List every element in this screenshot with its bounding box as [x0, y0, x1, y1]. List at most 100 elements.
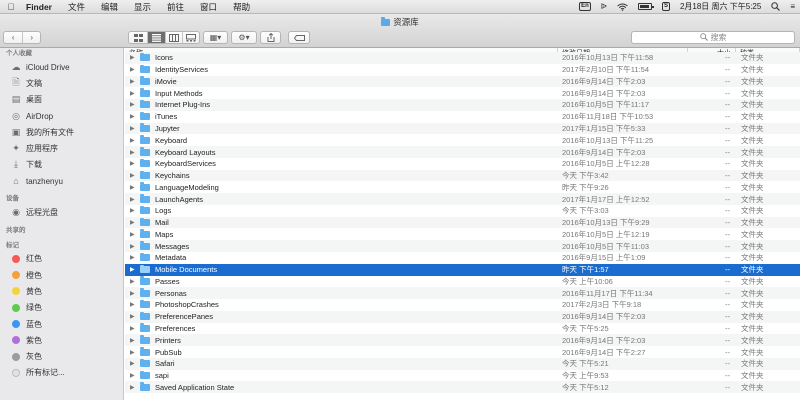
menu-help[interactable]: 帮助 [225, 1, 258, 13]
disclosure-triangle-icon[interactable]: ▶ [130, 384, 140, 391]
menu-view[interactable]: 显示 [126, 1, 159, 13]
table-row[interactable]: ▶ KeyboardServices 2016年10月5日 上午12:28 -- 文件夹 [125, 158, 800, 170]
status-badge[interactable]: S [657, 2, 675, 11]
input-source-icon[interactable]: En [574, 2, 596, 11]
table-row[interactable]: ▶ Keyboard 2016年10月13日 下午11:25 -- 文件夹 [125, 134, 800, 146]
menu-file[interactable]: 文件 [60, 1, 93, 13]
clock[interactable]: 2月18日 周六 下午5:25 [675, 1, 766, 12]
disclosure-triangle-icon[interactable]: ▶ [130, 372, 140, 379]
search-field[interactable]: 搜索 [631, 31, 795, 44]
table-row[interactable]: ▶ Input Methods 2016年9月14日 下午2:03 -- 文件夹 [125, 87, 800, 99]
table-row[interactable]: ▶ Keyboard Layouts 2016年9月14日 下午2:03 -- 文件夹 [125, 146, 800, 158]
list-view-icon[interactable] [147, 32, 165, 43]
arrange-button[interactable]: ▦▾ [203, 31, 228, 44]
sidebar-item-tag[interactable]: 绿色 [0, 300, 123, 316]
disclosure-triangle-icon[interactable]: ▶ [130, 337, 140, 344]
disclosure-triangle-icon[interactable]: ▶ [130, 207, 140, 214]
disclosure-triangle-icon[interactable]: ▶ [130, 219, 140, 226]
menu-app[interactable]: Finder [22, 2, 60, 12]
disclosure-triangle-icon[interactable]: ▶ [130, 349, 140, 356]
forward-button[interactable]: › [22, 32, 40, 43]
disclosure-triangle-icon[interactable]: ▶ [130, 160, 140, 167]
table-row[interactable]: ▶ Jupyter 2017年1月15日 下午5:33 -- 文件夹 [125, 122, 800, 135]
sidebar-item-tag[interactable]: 红色 [0, 251, 123, 267]
table-row[interactable]: ▶ Internet Plug-Ins 2016年10月5日 下午11:17 -- 文件… [125, 99, 800, 111]
disclosure-triangle-icon[interactable]: ▶ [130, 78, 140, 85]
menu-edit[interactable]: 编辑 [93, 1, 126, 13]
sidebar-item-all-files[interactable]: ▣ 我的所有文件 [0, 124, 123, 140]
table-row[interactable]: ▶ Icons 2016年10月13日 下午11:58 -- 文件夹 [125, 52, 800, 64]
sidebar-item-documents[interactable]: 🗎 文稿 [0, 75, 123, 91]
spotlight-search-icon[interactable] [766, 2, 785, 11]
table-row[interactable]: ▶ PubSub 2016年9月14日 下午2:27 -- 文件夹 [125, 346, 800, 358]
action-button[interactable]: ⚙▾ [231, 31, 257, 44]
sidebar-item-applications[interactable]: ✦ 应用程序 [0, 140, 123, 156]
disclosure-triangle-icon[interactable]: ▶ [130, 266, 140, 273]
table-row[interactable]: ▶ iMovie 2016年9月14日 下午2:03 -- 文件夹 [125, 75, 800, 88]
disclosure-triangle-icon[interactable]: ▶ [130, 90, 140, 97]
gallery-view-icon[interactable] [182, 32, 199, 43]
share-button[interactable] [260, 31, 281, 44]
disclosure-triangle-icon[interactable]: ▶ [130, 66, 140, 73]
table-row[interactable]: ▶ LanguageModeling 昨天 下午9:26 -- 文件夹 [125, 181, 800, 193]
disclosure-triangle-icon[interactable]: ▶ [130, 301, 140, 308]
sidebar-item-tag[interactable]: 蓝色 [0, 316, 123, 332]
disclosure-triangle-icon[interactable]: ▶ [130, 196, 140, 203]
table-row[interactable]: ▶ Personas 2016年11月17日 下午11:34 -- 文件夹 [125, 287, 800, 300]
disclosure-triangle-icon[interactable]: ▶ [130, 172, 140, 179]
table-row[interactable]: ▶ Saved Application State 今天 下午5:12 -- 文件夹 [125, 381, 800, 394]
table-row[interactable]: ▶ PreferencePanes 2016年9月14日 下午2:03 -- 文件夹 [125, 310, 800, 323]
tags-button[interactable] [288, 31, 310, 44]
disclosure-triangle-icon[interactable]: ▶ [130, 254, 140, 261]
table-row[interactable]: ▶ Mail 2016年10月13日 下午9:29 -- 文件夹 [125, 216, 800, 229]
table-row[interactable]: ▶ sapi 今天 上午9:53 -- 文件夹 [125, 370, 800, 382]
sidebar-item-desktop[interactable]: ▤ 桌面 [0, 92, 123, 108]
sidebar-item-icloud-drive[interactable]: ☁ iCloud Drive [0, 59, 123, 75]
menu-go[interactable]: 前往 [159, 1, 192, 13]
sidebar-item-tag[interactable]: 所有标记... [0, 365, 123, 381]
sidebar-item-airdrop[interactable]: ◎ AirDrop [0, 108, 123, 124]
table-row[interactable]: ▶ Printers 2016年9月14日 下午2:03 -- 文件夹 [125, 334, 800, 347]
table-row[interactable]: ▶ Safari 今天 下午5:21 -- 文件夹 [125, 357, 800, 370]
table-row[interactable]: ▶ LaunchAgents 2017年1月17日 上午12:52 -- 文件夹 [125, 193, 800, 205]
icon-view-icon[interactable] [129, 32, 147, 43]
disclosure-triangle-icon[interactable]: ▶ [130, 184, 140, 191]
sidebar-item-remote-disc[interactable]: ◉ 远程光盘 [0, 204, 123, 220]
table-row[interactable]: ▶ iTunes 2016年11月18日 下午10:53 -- 文件夹 [125, 111, 800, 123]
table-row[interactable]: ▶ Keychains 今天 下午3:42 -- 文件夹 [125, 169, 800, 182]
notification-center-icon[interactable]: ≡ [785, 2, 800, 11]
sidebar-item-home[interactable]: ⌂ tanzhenyu [0, 173, 123, 189]
sidebar-item-tag[interactable]: 灰色 [0, 348, 123, 364]
disclosure-triangle-icon[interactable]: ▶ [130, 137, 140, 144]
disclosure-triangle-icon[interactable]: ▶ [130, 113, 140, 120]
table-row[interactable]: ▶ Metadata 2016年9月15日 上午1:09 -- 文件夹 [125, 252, 800, 264]
disclosure-triangle-icon[interactable]: ▶ [130, 325, 140, 332]
table-row[interactable]: ▶ Logs 今天 下午3:03 -- 文件夹 [125, 205, 800, 217]
apple-menu-icon[interactable]:  [0, 2, 22, 12]
table-row[interactable]: ▶ PhotoshopCrashes 2017年2月3日 下午9:18 -- 文件夹 [125, 299, 800, 311]
menu-window[interactable]: 窗口 [192, 1, 225, 13]
sidebar-item-downloads[interactable]: ⤓ 下载 [0, 157, 123, 173]
battery-icon[interactable] [633, 3, 657, 10]
wifi-icon[interactable] [612, 3, 633, 11]
sidebar-item-tag[interactable]: 橙色 [0, 267, 123, 283]
disclosure-triangle-icon[interactable]: ▶ [130, 313, 140, 320]
table-row[interactable]: ▶ Messages 2016年10月5日 下午11:03 -- 文件夹 [125, 240, 800, 253]
disclosure-triangle-icon[interactable]: ▶ [130, 278, 140, 285]
disclosure-triangle-icon[interactable]: ▶ [130, 149, 140, 156]
table-row[interactable]: ▶ Preferences 今天 下午5:25 -- 文件夹 [125, 323, 800, 335]
disclosure-triangle-icon[interactable]: ▶ [130, 360, 140, 367]
disclosure-triangle-icon[interactable]: ▶ [130, 243, 140, 250]
disclosure-triangle-icon[interactable]: ▶ [130, 125, 140, 132]
sidebar-item-tag[interactable]: 紫色 [0, 332, 123, 348]
disclosure-triangle-icon[interactable]: ▶ [130, 290, 140, 297]
disclosure-triangle-icon[interactable]: ▶ [130, 54, 140, 61]
disclosure-triangle-icon[interactable]: ▶ [130, 101, 140, 108]
back-button[interactable]: ‹ [4, 32, 22, 43]
table-row[interactable]: ▶ Mobile Documents 昨天 下午1:57 -- 文件夹 [125, 263, 800, 276]
bluetooth-icon[interactable]: ᐉ [596, 2, 612, 11]
column-view-icon[interactable] [165, 32, 182, 43]
table-row[interactable]: ▶ Passes 今天 上午10:06 -- 文件夹 [125, 276, 800, 288]
table-row[interactable]: ▶ IdentityServices 2017年2月10日 下午11:54 -- 文件夹 [125, 64, 800, 76]
disclosure-triangle-icon[interactable]: ▶ [130, 231, 140, 238]
